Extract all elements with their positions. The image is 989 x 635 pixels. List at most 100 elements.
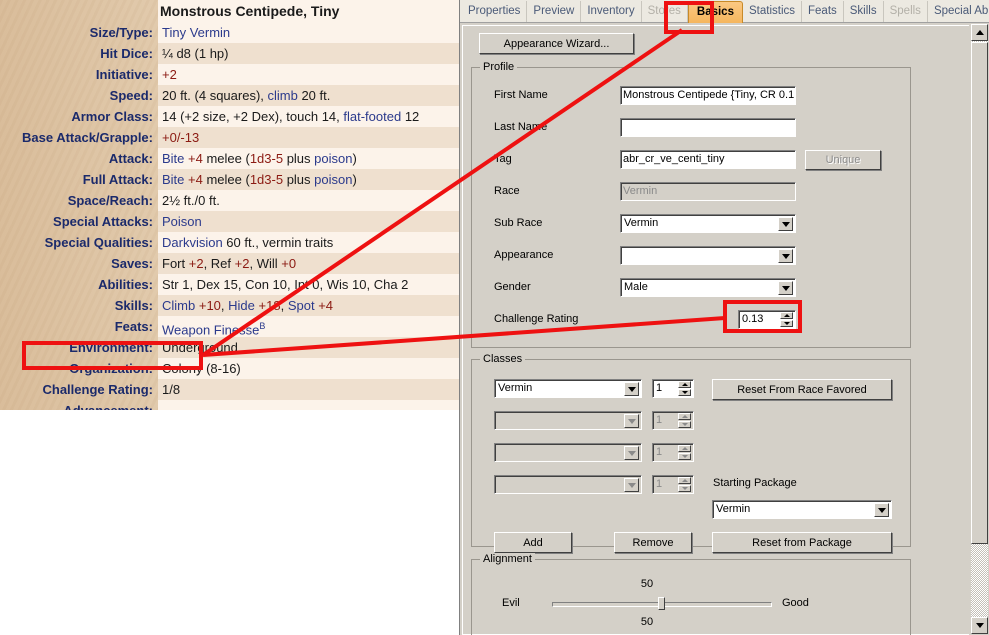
class-level-value-2: 1 (656, 414, 663, 426)
class-select-2 (494, 411, 642, 430)
stat-label: Hit Dice: (100, 46, 153, 61)
classes-group-label: Classes (480, 353, 526, 365)
stat-label: Armor Class: (71, 109, 153, 124)
stat-row: Skills: Climb +10, Hide +18, Spot +4 (0, 295, 459, 316)
gender-select[interactable]: Male (620, 278, 796, 297)
add-class-button[interactable]: Add (494, 532, 572, 553)
chevron-down-icon (624, 414, 639, 428)
tab-statistics[interactable]: Statistics (743, 1, 802, 22)
last-name-input[interactable] (620, 118, 796, 137)
stat-row: Hit Dice: ¼ d8 (1 hp) (0, 43, 459, 64)
stat-value: Colony (8-16) (158, 358, 459, 379)
stat-label: Special Qualities: (44, 235, 153, 250)
appearance-select[interactable] (620, 246, 796, 265)
first-name-input[interactable]: Monstrous Centipede {Tiny, CR 0.1 (620, 86, 796, 105)
unique-button[interactable]: Unique (805, 150, 881, 170)
stat-label: Attack: (108, 151, 153, 166)
stat-value: Weapon FinesseB (158, 316, 459, 337)
stat-value: 20 ft. (4 squares), climb 20 ft. (158, 85, 459, 106)
alignment-slider-thumb-1[interactable] (658, 597, 665, 610)
stat-label: Speed: (109, 88, 153, 103)
chevron-down-icon[interactable] (874, 503, 889, 517)
stat-label: Challenge Rating: (42, 382, 153, 397)
sub-race-select[interactable]: Vermin (620, 214, 796, 233)
gender-label: Gender (494, 281, 531, 293)
chevron-down-icon[interactable] (778, 249, 793, 263)
stat-row: Abilities: Str 1, Dex 15, Con 10, Int 0, … (0, 274, 459, 295)
chevron-down-icon[interactable] (778, 217, 793, 231)
stat-value: Bite +4 melee (1d3-5 plus poison) (158, 148, 459, 169)
class-level-stepper-1[interactable]: 1 (652, 379, 694, 398)
tab-feats[interactable]: Feats (802, 1, 844, 22)
vertical-scrollbar[interactable] (971, 24, 988, 634)
tag-label: Tag (494, 153, 512, 165)
stat-label: Special Attacks: (53, 214, 153, 229)
stat-label: Size/Type: (89, 25, 153, 40)
class-value-1: Vermin (498, 382, 533, 394)
appearance-wizard-button[interactable]: Appearance Wizard... (479, 33, 634, 54)
stepper-down-icon[interactable] (678, 389, 691, 396)
stat-label: Space/Reach: (67, 193, 153, 208)
stepper-up-icon (678, 413, 691, 420)
tab-inventory[interactable]: Inventory (581, 1, 642, 22)
tab-properties[interactable]: Properties (462, 1, 528, 22)
stat-row: Speed: 20 ft. (4 squares), climb 20 ft. (0, 85, 459, 106)
stat-value: 1/8 (158, 379, 459, 400)
stat-value: Underground (158, 337, 459, 358)
stat-value: Darkvision 60 ft., vermin traits (158, 232, 459, 253)
chevron-down-icon[interactable] (624, 382, 639, 396)
alignment-right-label-1: Good (782, 597, 809, 609)
stat-value: ¼ d8 (1 hp) (158, 43, 459, 64)
stat-row: Initiative: +2 (0, 64, 459, 85)
tab-preview[interactable]: Preview (527, 1, 582, 22)
starting-package-value: Vermin (716, 503, 751, 515)
sub-race-label: Sub Race (494, 217, 543, 229)
stat-value: Poison (158, 211, 459, 232)
remove-class-button[interactable]: Remove (614, 532, 692, 553)
stat-value: 2½ ft./0 ft. (158, 190, 459, 211)
stat-row: Base Attack/Grapple: +0/-13 (0, 127, 459, 148)
stat-value: +0/-13 (158, 127, 459, 148)
reset-from-race-favored-button[interactable]: Reset From Race Favored (712, 379, 892, 400)
classes-group: Classes Vermin 1 1 1 1 Reset From Race Favor… (471, 353, 911, 553)
stat-row: Saves: Fort +2, Ref +2, Will +0 (0, 253, 459, 274)
stat-label: Full Attack: (82, 172, 153, 187)
stat-value: Bite +4 melee (1d3-5 plus poison) (158, 169, 459, 190)
class-level-stepper-3: 1 (652, 443, 694, 462)
class-select-3 (494, 443, 642, 462)
tab-special-abilit[interactable]: Special Abilit (928, 1, 989, 22)
stat-value: Str 1, Dex 15, Con 10, Int 0, Wis 10, Ch… (158, 274, 459, 295)
scroll-down-button[interactable] (971, 617, 988, 634)
stat-row: Attack: Bite +4 melee (1d3-5 plus poison) (0, 148, 459, 169)
class-select-1[interactable]: Vermin (494, 379, 642, 398)
stepper-down-icon (678, 453, 691, 460)
scrollbar-thumb[interactable] (971, 42, 988, 544)
tab-skills[interactable]: Skills (844, 1, 884, 22)
chevron-down-icon[interactable] (778, 281, 793, 295)
stepper-up-icon[interactable] (678, 381, 691, 388)
tag-input[interactable]: abr_cr_ve_centi_tiny (620, 150, 796, 169)
stat-label: Advancement: (0, 400, 158, 410)
stat-row: Full Attack: Bite +4 melee (1d3-5 plus po… (0, 169, 459, 190)
reset-from-package-button[interactable]: Reset from Package (712, 532, 892, 553)
stat-label: Abilities: (98, 277, 153, 292)
class-level-value-4: 1 (656, 478, 663, 490)
stat-label: Initiative: (95, 67, 153, 82)
stat-value: Tiny Vermin (158, 22, 459, 43)
stat-block-title-text: Monstrous Centipede, Tiny (160, 3, 340, 19)
stepper-down-icon (678, 421, 691, 428)
gender-value: Male (624, 281, 648, 293)
starting-package-select[interactable]: Vermin (712, 500, 892, 519)
stat-label: Saves: (111, 256, 153, 271)
class-select-4 (494, 475, 642, 494)
last-name-label: Last Name (494, 121, 548, 133)
profile-group: Profile First Name Monstrous Centipede {… (471, 61, 911, 348)
alignment-left-label-1: Evil (502, 597, 520, 609)
stat-row: Size/Type: Tiny Vermin (0, 22, 459, 43)
stat-label: Base Attack/Grapple: (21, 130, 153, 145)
stat-value: Climb +10, Hide +18, Spot +4 (158, 295, 459, 316)
stat-row: Special Attacks: Poison (0, 211, 459, 232)
scroll-up-button[interactable] (971, 24, 988, 41)
stat-row: Advancement:— (0, 400, 459, 410)
highlight-basics-tab (664, 1, 714, 34)
